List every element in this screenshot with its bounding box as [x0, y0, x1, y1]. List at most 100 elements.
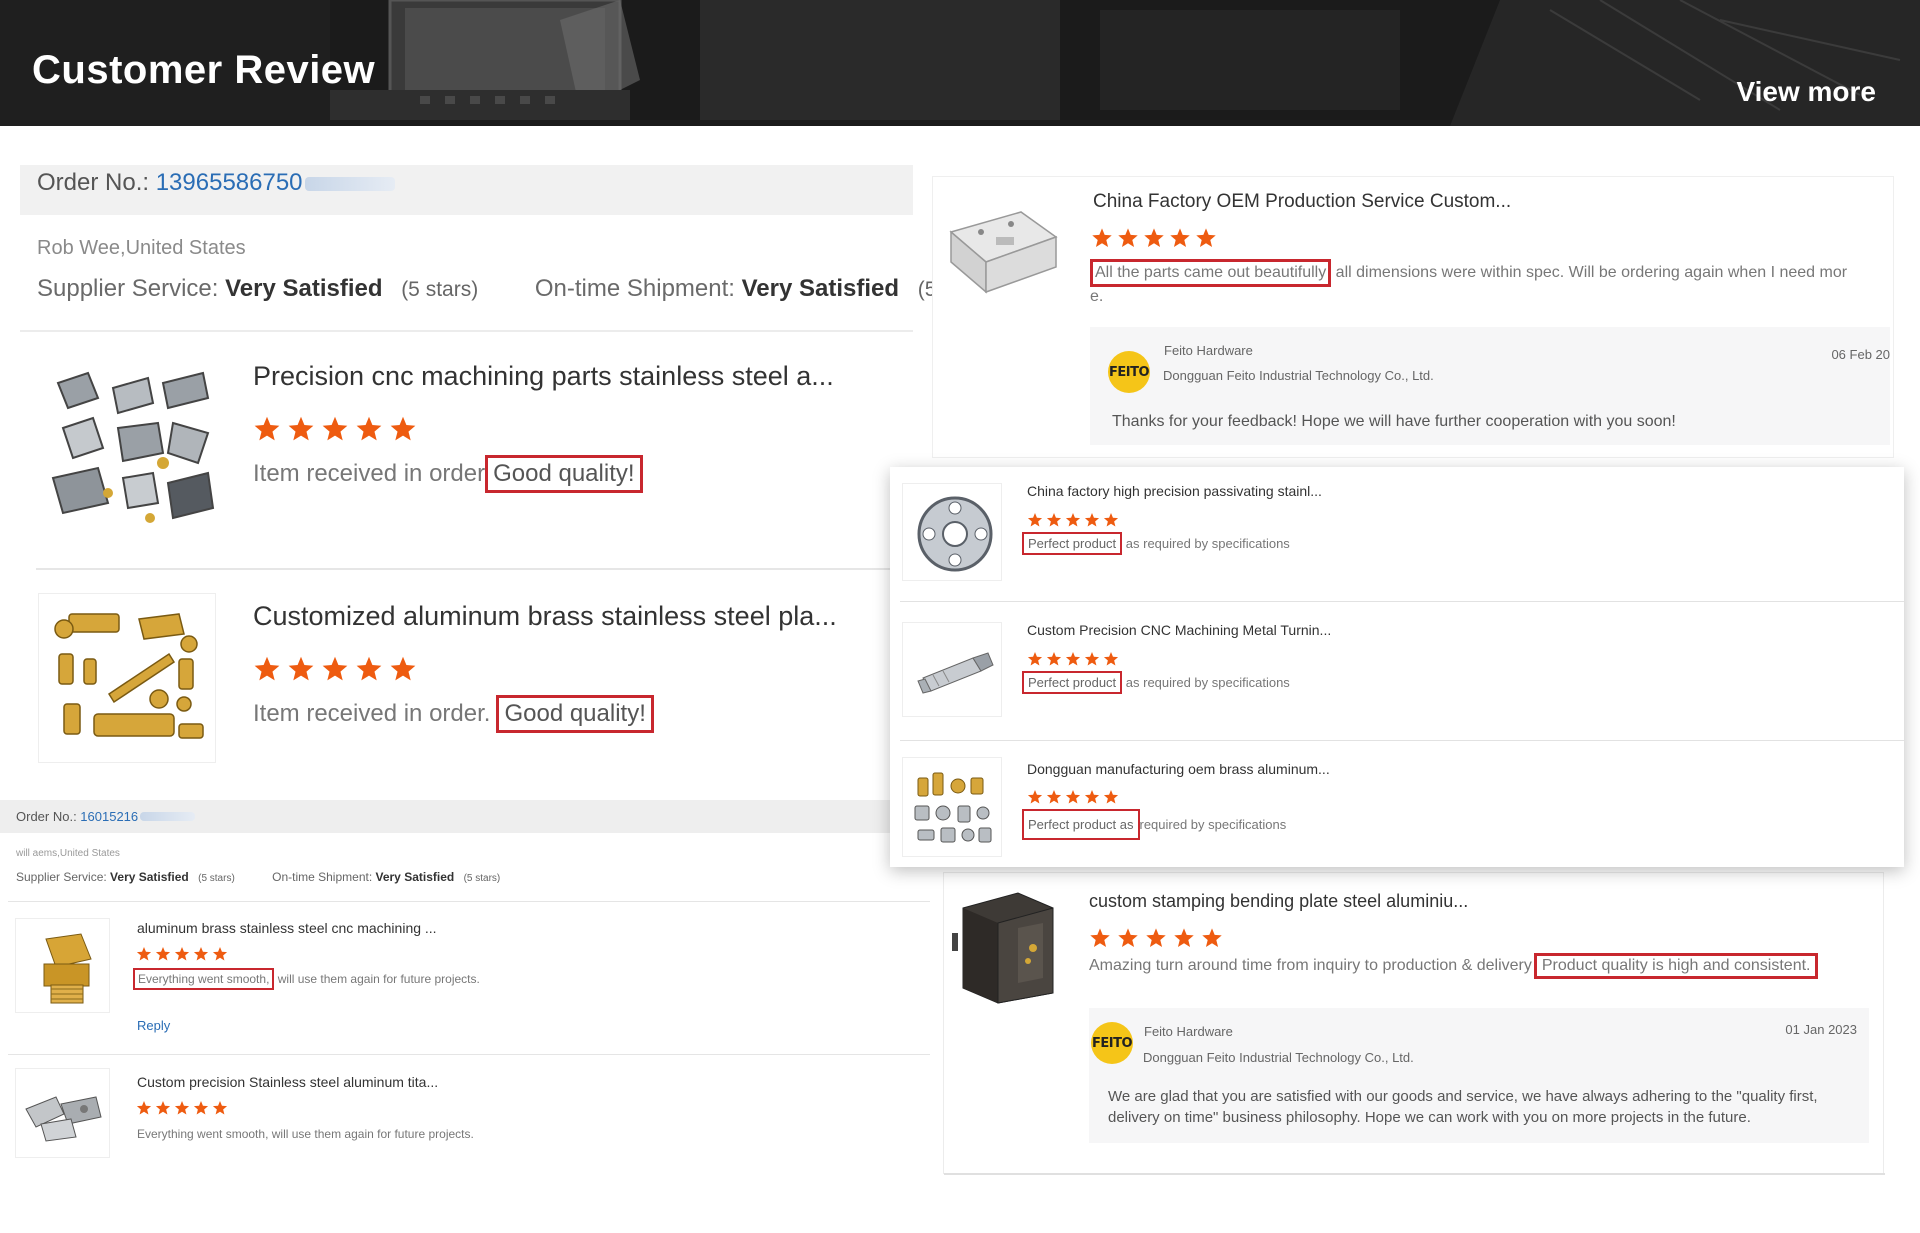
rating-stars [1027, 789, 1119, 805]
divider [8, 1054, 930, 1055]
order-bar: Order No.: 16015216 [0, 800, 930, 833]
comment-text: required by specifications [1139, 817, 1287, 832]
product-title[interactable]: Custom precision Stainless steel aluminu… [137, 1074, 438, 1090]
comment-highlight: Perfect product [1022, 671, 1123, 694]
reply-author: Feito Hardware [1164, 343, 1253, 358]
supplier-reply: FEITO Feito Hardware Dongguan Feito Indu… [1090, 327, 1890, 445]
star-icon [1090, 928, 1110, 947]
star-icon [212, 1101, 228, 1115]
product-title[interactable]: China factory high precision passivating… [1027, 483, 1322, 499]
order-number-label: Order No.: 13965586750 [37, 169, 395, 197]
star-icon [1103, 513, 1119, 527]
star-icon [136, 1101, 152, 1115]
reply-company: Dongguan Feito Industrial Technology Co.… [1163, 368, 1434, 383]
star-icon [1065, 652, 1081, 666]
star-icon [254, 416, 280, 441]
star-icon [1027, 790, 1043, 804]
star-icon [1065, 790, 1081, 804]
star-icon [1118, 928, 1138, 947]
product-thumbnail[interactable] [902, 622, 1002, 717]
shipment-label: On-time Shipment: [272, 870, 376, 884]
shipment-stars: (5 stars) [463, 873, 501, 884]
star-icon [1103, 652, 1119, 666]
product-title[interactable]: Precision cnc machining parts stainless … [253, 361, 834, 392]
star-icon [1174, 928, 1194, 947]
star-icon [193, 947, 209, 961]
rating-stars [136, 1100, 228, 1116]
supplier-service-value: Very Satisfied [225, 275, 383, 302]
comment-wrap: e. [1090, 288, 1104, 305]
product-title[interactable]: Dongguan manufacturing oem brass aluminu… [1027, 761, 1330, 777]
turned-shaft-image [917, 652, 994, 694]
review-card-perfect-product: China factory high precision passivating… [890, 467, 1904, 867]
reply-link[interactable]: Reply [137, 1018, 170, 1033]
divider [36, 568, 913, 570]
review-comment: Item received in order Good quality! [253, 455, 643, 493]
product-thumbnail[interactable] [15, 1068, 110, 1158]
review-card-stamping: custom stamping bending plate steel alum… [943, 872, 1885, 1175]
star-icon [390, 656, 416, 681]
star-icon [322, 416, 348, 441]
product-thumbnail[interactable] [948, 883, 1068, 1008]
order-ratings: Supplier Service: Very Satisfied (5 star… [16, 870, 500, 884]
review-card-oem-service: China Factory OEM Production Service Cus… [932, 176, 1894, 458]
star-icon [1084, 513, 1100, 527]
redacted-digits [140, 812, 196, 821]
product-thumbnail[interactable] [941, 192, 1061, 302]
steel-flange-image [917, 496, 993, 572]
order-number[interactable]: 16015216 [80, 809, 138, 824]
assorted-parts-image [914, 772, 992, 843]
star-icon [136, 947, 152, 961]
rating-stars [1091, 227, 1217, 249]
supplier-service-stars: (5 stars) [401, 278, 479, 301]
product-thumbnail[interactable] [38, 353, 218, 533]
order-bar: Order No.: 13965586750 [20, 165, 913, 215]
review-comment: Everything went smooth, will use them ag… [137, 1127, 474, 1141]
star-icon [1046, 513, 1062, 527]
product-title[interactable]: China Factory OEM Production Service Cus… [1093, 191, 1511, 213]
redacted-digits [304, 176, 395, 191]
reply-text: We are glad that you are satisfied with … [1108, 1088, 1818, 1126]
product-title[interactable]: Custom Precision CNC Machining Metal Tur… [1027, 622, 1331, 638]
star-icon [254, 656, 280, 681]
product-thumbnail[interactable] [902, 757, 1002, 857]
review-comment: Item received in order. Good quality! [253, 695, 654, 733]
review-comment: All the parts came out beautifully all d… [1090, 259, 1890, 307]
star-icon [288, 656, 314, 681]
header-banner: Customer Review View more [0, 0, 1920, 126]
brass-parts-image [54, 613, 204, 739]
star-icon [1118, 228, 1138, 247]
divider [900, 601, 1904, 602]
product-title[interactable]: aluminum brass stainless steel cnc machi… [137, 920, 437, 936]
comment-highlight: All the parts came out beautifully [1090, 259, 1332, 287]
star-icon [1196, 228, 1216, 247]
view-more-link[interactable]: View more [1736, 76, 1876, 108]
supplier-service-stars: (5 stars) [198, 873, 235, 884]
rating-stars [1027, 651, 1119, 667]
star-icon [1046, 790, 1062, 804]
star-icon [288, 416, 314, 441]
star-icon [1084, 790, 1100, 804]
buyer-name: will aems,United States [16, 848, 120, 859]
divider [8, 901, 930, 902]
product-thumbnail[interactable] [15, 918, 110, 1013]
review-comment: Amazing turn around time from inquiry to… [1089, 953, 1819, 979]
product-thumbnail[interactable] [38, 593, 216, 763]
product-thumbnail[interactable] [902, 483, 1002, 581]
rating-stars [1027, 512, 1119, 528]
comment-highlight: Perfect product [1022, 532, 1123, 555]
order-number[interactable]: 13965586750 [156, 169, 303, 196]
order-label-text: Order No.: [37, 169, 156, 196]
review-comment: Everything went smooth, will use them ag… [133, 968, 480, 990]
reply-text: Thanks for your feedback! Hope we will h… [1112, 413, 1676, 430]
brass-fitting-image [43, 933, 92, 1004]
product-title[interactable]: Customized aluminum brass stainless stee… [253, 601, 837, 632]
review-comment: Perfect product as required by specifica… [1022, 671, 1290, 694]
review-card-order-2: Order No.: 16015216 will aems,United Sta… [0, 800, 930, 1180]
enclosure-part-image [949, 211, 1058, 294]
divider [20, 330, 913, 332]
star-icon [1146, 928, 1166, 947]
reply-date: 06 Feb 20 [1831, 347, 1890, 362]
product-title[interactable]: custom stamping bending plate steel alum… [1089, 891, 1468, 912]
comment-text: Everything went smooth, will use them ag… [137, 1127, 474, 1141]
